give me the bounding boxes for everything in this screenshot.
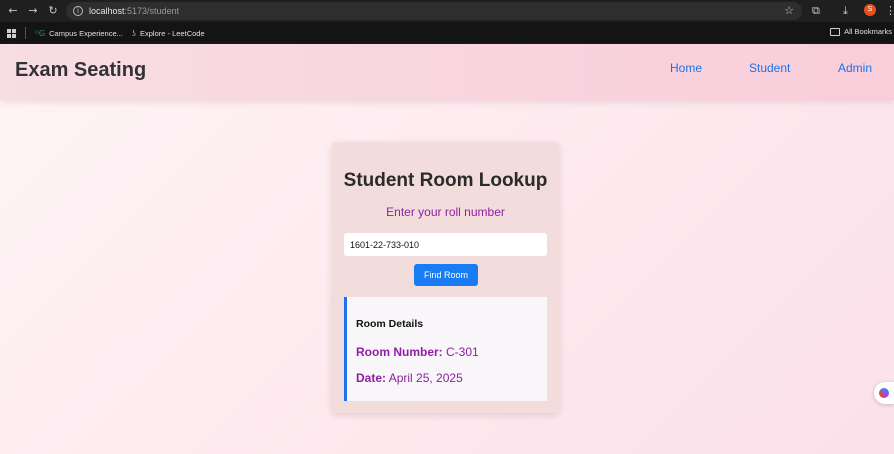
bookmarks-bar: ᴳG Campus Experience... ʖ Explore - Leet… (0, 22, 894, 44)
leetcode-icon: ʖ (131, 28, 136, 38)
apps-grid-icon[interactable] (7, 28, 16, 38)
room-details-panel: Room Details Room Number: C-301 Date: Ap… (344, 297, 547, 401)
exam-date-row: Date: April 25, 2025 (356, 371, 463, 385)
reload-icon[interactable]: ↻ (46, 4, 60, 18)
menu-kebab-icon[interactable]: ⋮ (885, 4, 894, 18)
site-info-icon[interactable]: i (73, 6, 83, 16)
assistant-icon (879, 388, 889, 398)
room-number-label: Room Number: (356, 345, 443, 359)
exam-date-value: April 25, 2025 (388, 371, 463, 385)
address-bar[interactable]: i localhost:5173/student ☆ (66, 2, 802, 20)
roll-number-prompt: Enter your roll number (386, 205, 505, 219)
bookmark-campus-experience[interactable]: ᴳG Campus Experience... (35, 29, 123, 38)
bookmarks-divider (25, 27, 26, 39)
bookmark-label: Campus Experience... (49, 28, 123, 38)
nav-link-home[interactable]: Home (670, 61, 702, 75)
exam-date-label: Date: (356, 371, 387, 385)
room-details-title: Room Details (356, 318, 424, 330)
gfg-icon: ᴳG (35, 28, 46, 38)
brand-title[interactable]: Exam Seating (15, 59, 146, 82)
room-number-value: C-301 (446, 345, 479, 359)
profile-avatar[interactable]: S (864, 4, 876, 16)
nav-link-admin[interactable]: Admin (838, 61, 872, 75)
nav-link-student[interactable]: Student (749, 61, 790, 75)
url-text: localhost:5173/student (89, 6, 180, 16)
page-title: Student Room Lookup (343, 170, 548, 191)
download-icon[interactable]: ⤓ (843, 4, 848, 18)
extensions-icon[interactable]: ⧉ (812, 4, 820, 18)
bookmark-label: Explore - LeetCode (140, 28, 205, 38)
bookmark-star-icon[interactable]: ☆ (784, 4, 794, 17)
site-navbar: Exam Seating Home Student Admin (0, 44, 894, 100)
back-icon[interactable]: ← (6, 4, 20, 18)
all-bookmarks[interactable]: All Bookmarks (830, 27, 892, 36)
browser-toolbar: ← → ↻ i localhost:5173/student ☆ ⧉ ⤓ S ⋮ (0, 0, 894, 22)
roll-number-input[interactable] (344, 233, 547, 256)
find-room-button[interactable]: Find Room (414, 264, 478, 286)
room-number-row: Room Number: C-301 (356, 345, 479, 359)
all-bookmarks-label: All Bookmarks (844, 27, 892, 36)
page-body: Exam Seating Home Student Admin Student … (0, 44, 894, 454)
bookmark-leetcode[interactable]: ʖ Explore - LeetCode (132, 29, 205, 38)
assistant-widget[interactable] (874, 382, 894, 404)
forward-icon[interactable]: → (26, 4, 40, 18)
folder-icon (830, 27, 841, 36)
lookup-card: Student Room Lookup Enter your roll numb… (332, 142, 559, 413)
